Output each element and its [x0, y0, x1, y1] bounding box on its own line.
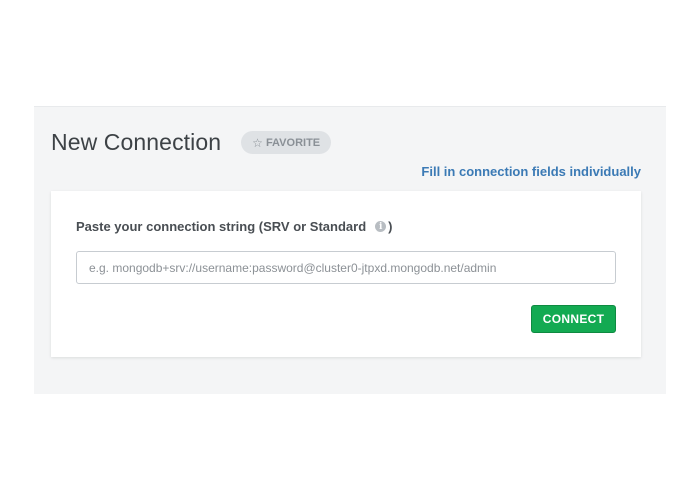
- star-outline-icon: ☆: [252, 135, 263, 150]
- favorite-label: FAVORITE: [265, 136, 321, 149]
- favorite-button[interactable]: ☆ FAVORITE: [241, 131, 332, 154]
- label-close-paren: ): [388, 219, 393, 234]
- info-icon[interactable]: i: [375, 221, 387, 232]
- connection-string-card: Paste your connection string (SRV or Sta…: [51, 191, 641, 357]
- header: New Connection ☆ FAVORITE: [51, 129, 332, 156]
- connection-string-input[interactable]: [76, 251, 616, 284]
- connect-button[interactable]: CONNECT: [531, 305, 616, 333]
- fill-fields-individually-link[interactable]: Fill in connection fields individually: [421, 164, 641, 179]
- connection-string-label-text: Paste your connection string (SRV or Sta…: [76, 219, 367, 234]
- page-title: New Connection: [51, 129, 222, 155]
- new-connection-panel: New Connection ☆ FAVORITE Fill in connec…: [34, 106, 666, 394]
- connection-string-label: Paste your connection string (SRV or Sta…: [76, 219, 393, 234]
